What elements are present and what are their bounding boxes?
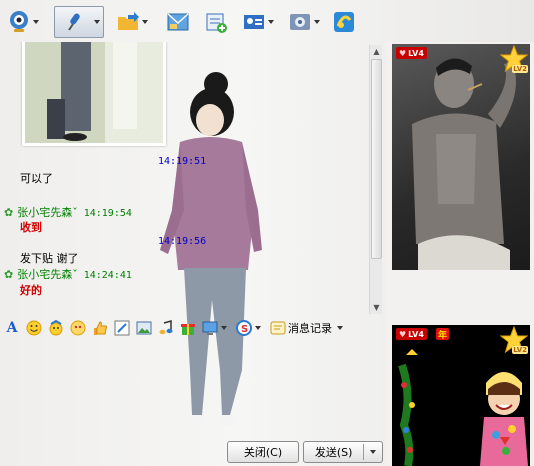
- photo-timestamp: 14:19:51: [158, 156, 207, 167]
- photo-image: [25, 42, 163, 143]
- level-text: LV4: [408, 329, 424, 339]
- sender-clover-icon: ✿: [4, 206, 14, 219]
- contact-card-dropdown-arrow[interactable]: [267, 9, 275, 35]
- contact-card-icon: [241, 9, 267, 35]
- format-toolbar: A S 消息记录: [0, 316, 385, 340]
- sogou-icon[interactable]: S: [234, 318, 254, 338]
- message-text: 收到: [20, 221, 42, 234]
- heart-icon: ♥: [399, 329, 407, 339]
- add-note-icon: [203, 9, 229, 35]
- magic-face-icon[interactable]: [46, 318, 66, 338]
- webcam-button[interactable]: [6, 6, 40, 38]
- webcam-icon: [6, 9, 32, 35]
- scroll-down-arrow-icon[interactable]: ▼: [370, 301, 383, 314]
- sender-name: 张小宅先森ˇ: [17, 206, 78, 219]
- scroll-up-arrow-icon[interactable]: ▲: [370, 45, 383, 58]
- sender-clover-icon: ✿: [4, 268, 14, 281]
- message-text: 发下贴 谢了: [20, 252, 79, 265]
- svg-text:S: S: [241, 324, 248, 335]
- message-sender-line: ✿ 张小宅先森ˇ 14:19:54: [4, 204, 132, 220]
- close-button-label: 关闭(C): [243, 446, 283, 459]
- chat-window: 14:19:51 可以了 ✿ 张小宅先森ˇ 14:19:54 收到 14:19:56…: [0, 0, 534, 466]
- send-file-button[interactable]: [115, 6, 149, 38]
- message-text: 好的: [20, 284, 42, 297]
- star-level-badge: LV2: [499, 44, 529, 73]
- screenshot-dropdown-arrow[interactable]: [220, 326, 228, 330]
- message-timestamp: 14:19:56: [158, 236, 207, 247]
- sender-name: 张小宅先森ˇ: [17, 268, 78, 281]
- chat-message-area[interactable]: 14:19:51 可以了 ✿ 张小宅先森ˇ 14:19:54 收到 14:19:56…: [0, 42, 368, 314]
- contact-show-figure: [412, 58, 516, 270]
- microphone-button[interactable]: [54, 6, 104, 38]
- star-level-text: LV2: [512, 65, 528, 73]
- chat-scrollbar[interactable]: ▲ ▼: [369, 45, 382, 314]
- folder-send-icon: [115, 9, 141, 35]
- message-time: 14:19:54: [83, 208, 132, 219]
- music-icon[interactable]: [156, 318, 176, 338]
- thumbs-up-icon[interactable]: [90, 318, 110, 338]
- scrollbar-thumb[interactable]: [371, 59, 382, 259]
- contact-card-button[interactable]: [241, 6, 275, 38]
- level-badge: ♥ LV4: [396, 328, 427, 340]
- app-button[interactable]: [331, 6, 357, 38]
- smiley-icon[interactable]: [24, 318, 44, 338]
- star-level-badge: LV2: [499, 325, 529, 354]
- message-time: 14:24:41: [83, 270, 132, 281]
- sogou-dropdown-arrow[interactable]: [254, 326, 262, 330]
- message-history-icon: [268, 318, 288, 338]
- message-history-button[interactable]: 消息记录: [264, 318, 344, 338]
- send-file-dropdown-arrow[interactable]: [141, 9, 149, 35]
- send-button[interactable]: 发送(S): [303, 441, 383, 463]
- image-mail-icon: [165, 9, 191, 35]
- level-badge: ♥ LV4: [396, 47, 427, 59]
- main-toolbar: [0, 0, 388, 42]
- send-options-dropdown-arrow[interactable]: [364, 450, 382, 454]
- chat-photo-thumbnail[interactable]: [22, 42, 166, 146]
- emoji-icon[interactable]: [68, 318, 88, 338]
- app-icon: [331, 9, 357, 35]
- year-badge: 年: [436, 328, 450, 341]
- picture-icon[interactable]: [134, 318, 154, 338]
- my-show-image[interactable]: ♥ LV4 年 LV2: [392, 325, 530, 466]
- message-input[interactable]: [0, 341, 385, 437]
- right-show-panel: ♥ LV4 LV2 ♥ LV4 年 LV2: [385, 42, 534, 466]
- add-note-button[interactable]: [203, 6, 229, 38]
- font-icon[interactable]: A: [2, 318, 22, 338]
- close-button[interactable]: 关闭(C): [227, 441, 299, 463]
- settings-dropdown-arrow[interactable]: [313, 9, 321, 35]
- star-level-text: LV2: [512, 346, 528, 354]
- message-sender-line: ✿ 张小宅先森ˇ 14:24:41: [4, 266, 132, 282]
- level-text: LV4: [408, 48, 424, 58]
- gift-icon[interactable]: [178, 318, 198, 338]
- image-mail-button[interactable]: [165, 6, 191, 38]
- message-text: 可以了: [20, 172, 53, 185]
- settings-button[interactable]: [287, 6, 321, 38]
- settings-icon: [287, 9, 313, 35]
- heart-icon: ♥: [399, 48, 407, 58]
- screenshot-icon[interactable]: [200, 318, 220, 338]
- send-button-label: 发送(S): [314, 446, 353, 459]
- contact-show-image[interactable]: ♥ LV4 LV2: [392, 44, 530, 270]
- message-history-label: 消息记录: [288, 322, 332, 335]
- microphone-icon: [61, 9, 87, 35]
- webcam-dropdown-arrow[interactable]: [32, 9, 40, 35]
- edit-pen-icon[interactable]: [112, 318, 132, 338]
- microphone-dropdown-arrow[interactable]: [93, 9, 101, 35]
- message-history-dropdown-arrow: [336, 326, 344, 330]
